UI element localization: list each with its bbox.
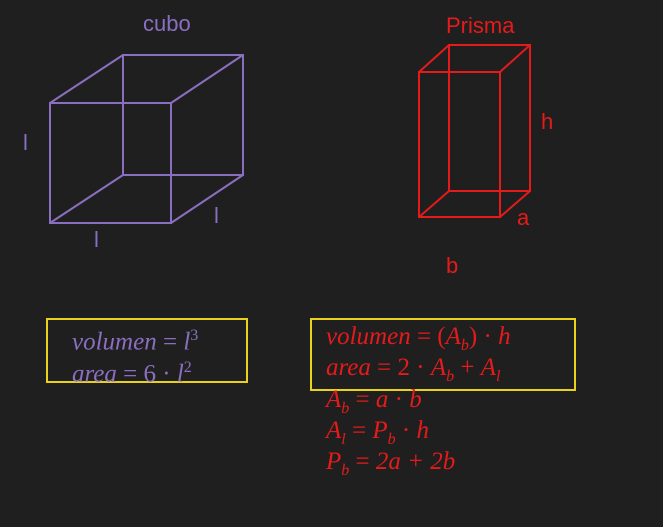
equals-sign: = ( bbox=[416, 323, 446, 350]
prism-label-a: a bbox=[517, 205, 530, 230]
dot-operator: · bbox=[388, 386, 410, 413]
prism-lateral-area-lhs: A bbox=[326, 417, 342, 444]
equals-sign: = bbox=[123, 360, 144, 388]
prism-area-lhs: area bbox=[326, 354, 371, 381]
prism-area-term2-sub: l bbox=[496, 368, 501, 385]
cube-wireframe bbox=[49, 54, 244, 224]
cube-edge-bottom-left bbox=[49, 174, 124, 224]
cube-area-base: l bbox=[176, 360, 184, 388]
prism-front-face bbox=[418, 71, 501, 218]
cube-back-face bbox=[122, 54, 244, 176]
paren-dot: ) · bbox=[468, 323, 499, 350]
prism-volume-base: A bbox=[445, 323, 461, 350]
cube-area-formula: area = 6 · l2 bbox=[72, 352, 192, 389]
equals-sign: = bbox=[349, 386, 376, 413]
dot-operator: · bbox=[162, 360, 177, 388]
prism-perimeter-lhs: P bbox=[326, 448, 342, 475]
prism-label-h: h bbox=[541, 109, 554, 134]
prism-perimeter-formula: Pb = 2a + 2b bbox=[326, 446, 455, 486]
cube-edge-bottom-right bbox=[170, 174, 244, 224]
cube-front-face bbox=[49, 102, 172, 224]
prism-volume-factor: h bbox=[498, 323, 511, 350]
prism-volume-lhs: volumen bbox=[326, 323, 411, 350]
cube-area-coefficient: 6 bbox=[143, 360, 157, 388]
prism-edge-top-left bbox=[418, 44, 450, 73]
prism-area-term2: A bbox=[480, 354, 497, 381]
cube-area-exponent: 2 bbox=[183, 359, 192, 376]
prism-edge-top-right bbox=[499, 44, 531, 73]
cube-area-lhs: area bbox=[72, 360, 117, 388]
prism-back-face bbox=[448, 44, 531, 192]
prism-base-area-f2: b bbox=[409, 386, 422, 413]
cube-edge-top-left bbox=[49, 54, 124, 104]
prism-area-term1-sub: b bbox=[446, 368, 455, 385]
prism-lateral-area-factor: h bbox=[416, 417, 429, 444]
prism-base-area-f1: a bbox=[375, 386, 389, 413]
prism-area-coefficient: 2 bbox=[397, 354, 411, 381]
prism-title: Prisma bbox=[446, 13, 515, 38]
prism-wireframe bbox=[418, 44, 531, 218]
equals-sign: = bbox=[349, 448, 376, 475]
cube-edge-top-right bbox=[170, 54, 244, 104]
prism-edge-bottom-left bbox=[418, 190, 450, 218]
dot-operator: · bbox=[395, 417, 417, 444]
plus-operator: + bbox=[454, 354, 481, 381]
prism-label-b: b bbox=[446, 253, 459, 278]
prism-lateral-area-p: P bbox=[372, 417, 388, 444]
cube-title: cubo bbox=[143, 11, 191, 36]
cube-volume-exponent: 3 bbox=[190, 327, 199, 344]
prism-area-term1: A bbox=[430, 354, 447, 381]
cube-edge-label-right: l bbox=[214, 203, 219, 228]
cube-edge-label-bottom: l bbox=[94, 227, 99, 252]
dot-operator: · bbox=[410, 354, 431, 381]
equals-sign: = bbox=[345, 417, 373, 444]
prism-perimeter-rhs: 2a + 2b bbox=[375, 448, 456, 475]
cube-edge-label-left: l bbox=[23, 130, 28, 155]
prism-base-area-lhs: A bbox=[326, 386, 342, 413]
equals-sign: = bbox=[377, 354, 398, 381]
